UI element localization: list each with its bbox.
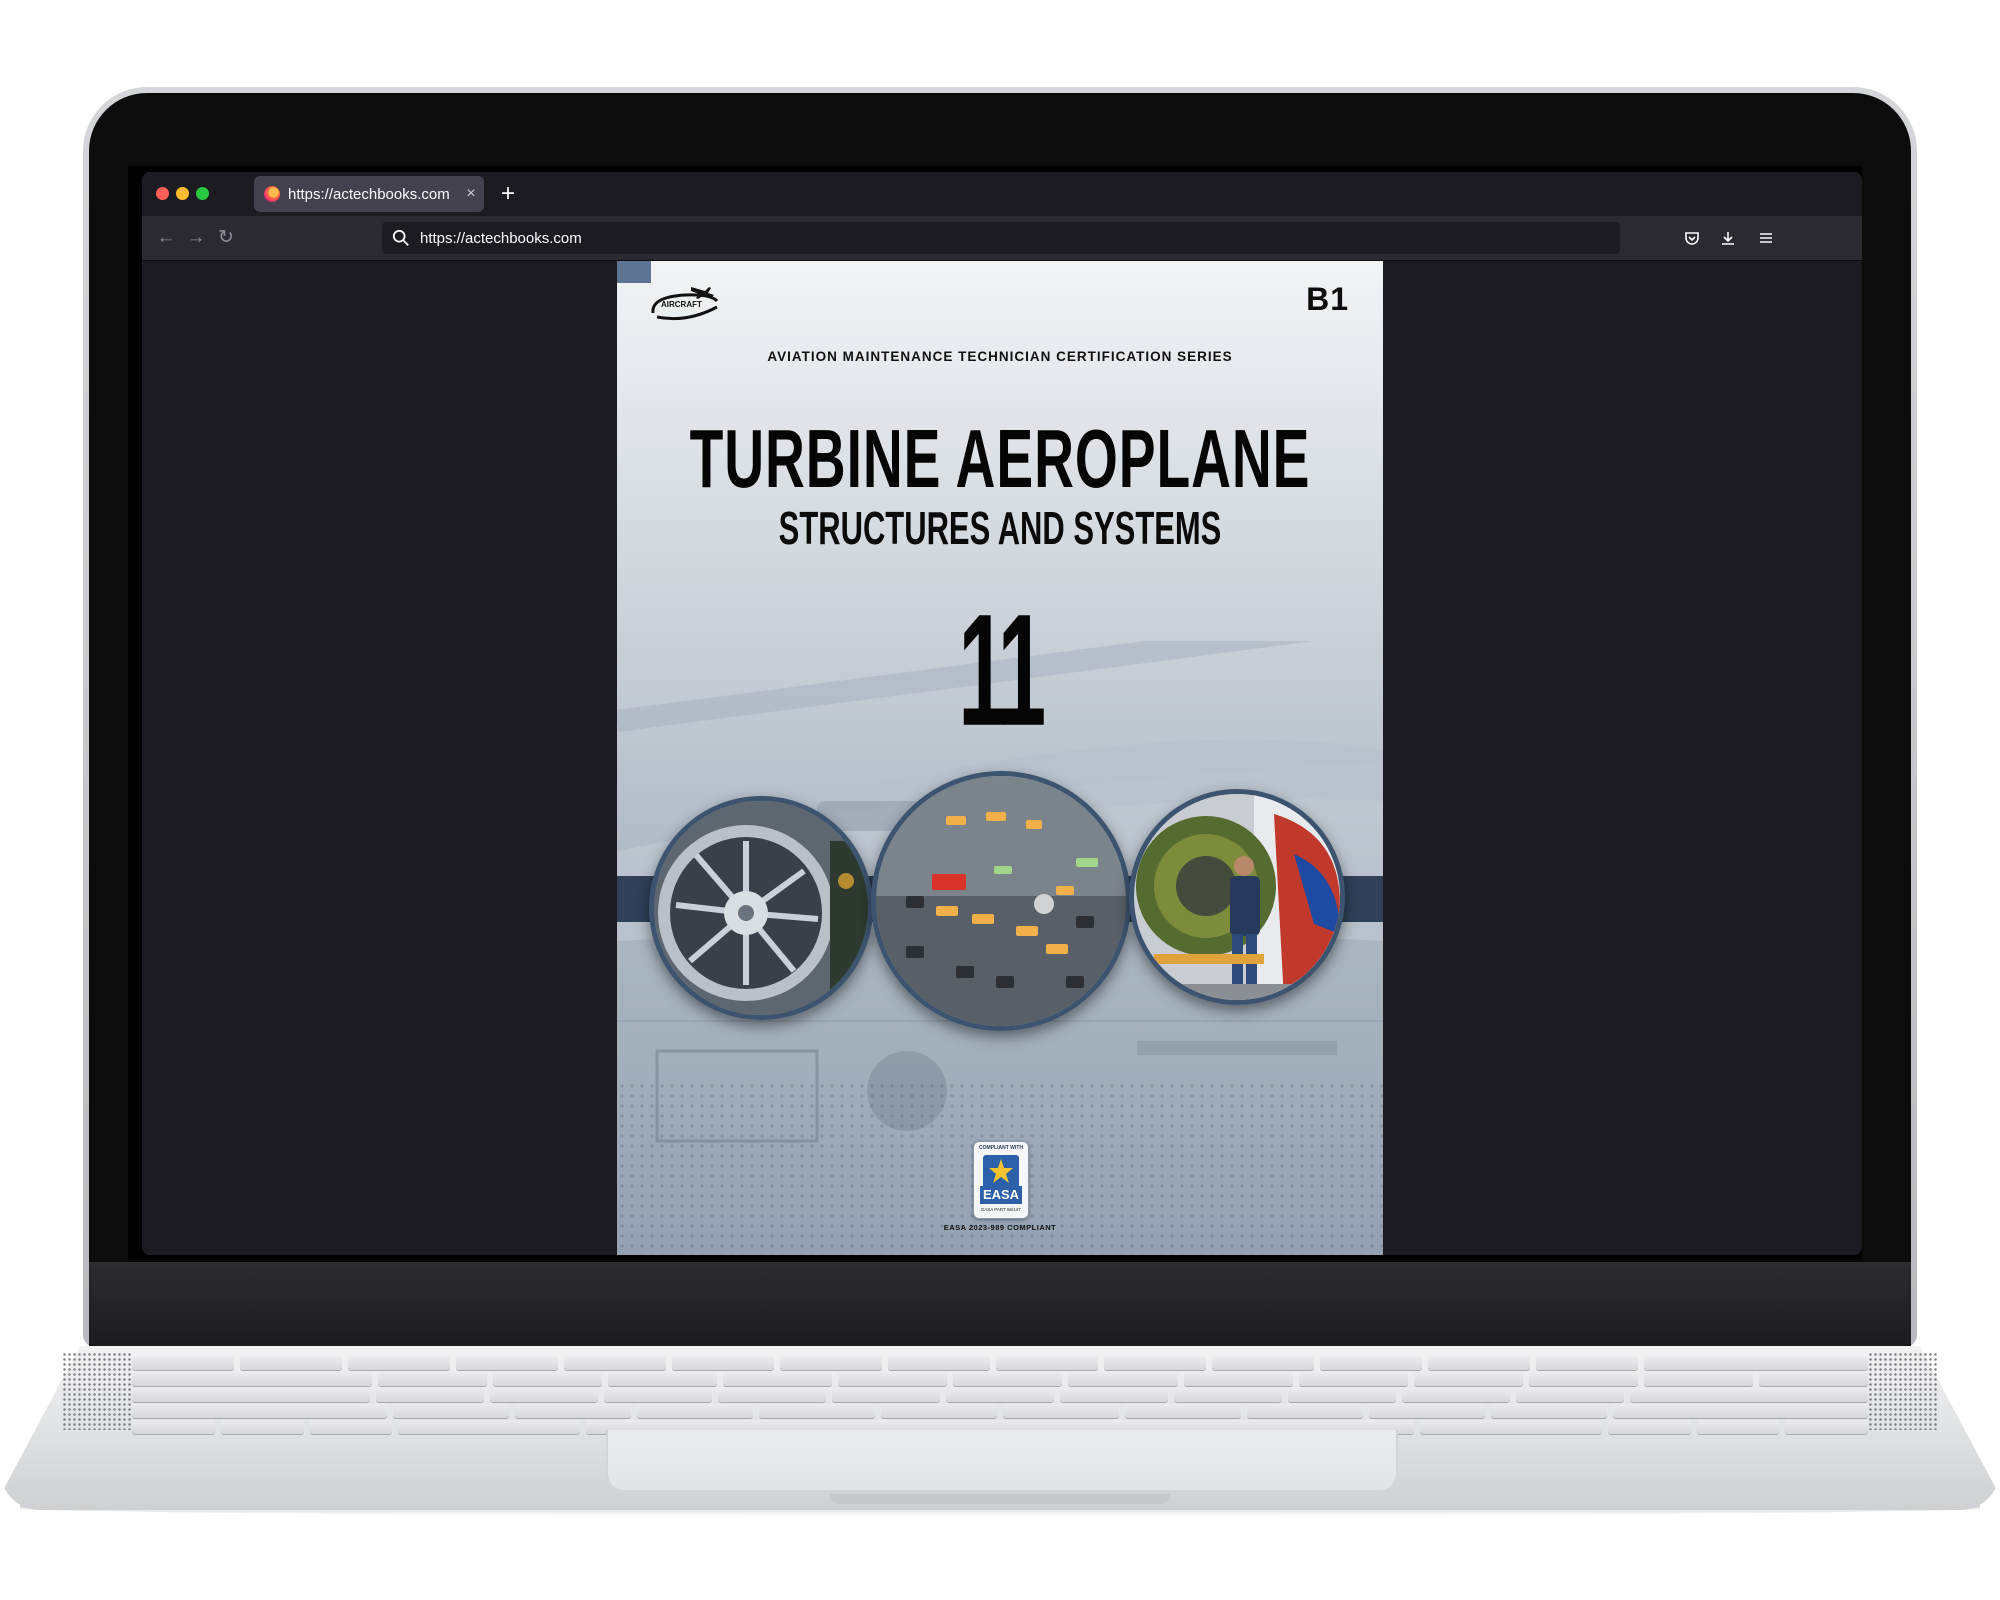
reload-icon[interactable]: ↻ xyxy=(212,224,240,252)
publisher-logo: AIRCRAFT xyxy=(651,287,719,321)
page-content: AIRCRAFT B1 AVIATION MAINTENANCE TECHNIC… xyxy=(142,261,1862,1255)
tab-title: https://actechbooks.com xyxy=(288,185,450,203)
right-speaker-grille xyxy=(1868,1352,1938,1430)
book-cover: AIRCRAFT B1 AVIATION MAINTENANCE TECHNIC… xyxy=(617,261,1383,1255)
window-close-button[interactable] xyxy=(156,187,169,200)
firefox-icon xyxy=(264,186,280,202)
url-text: https://actechbooks.com xyxy=(420,229,582,247)
tab-bar: https://actechbooks.com × + xyxy=(142,172,1862,216)
book-title-line2: STRUCTURES AND SYSTEMS xyxy=(778,501,1222,555)
compliance-text: EASA 2023-989 COMPLIANT xyxy=(943,1223,1057,1232)
cover-corner-accent xyxy=(617,261,651,283)
module-number: 11 xyxy=(958,581,1046,760)
jet-engine-photo xyxy=(649,796,873,1020)
lid-opening-notch xyxy=(830,1494,1170,1504)
easa-badge: COMPLIANT WITH EASA EASA PART 66/147 xyxy=(973,1141,1029,1219)
browser-window: https://actechbooks.com × + ← → ↻ https:… xyxy=(142,172,1862,1255)
easa-label: EASA xyxy=(980,1186,1022,1204)
left-speaker-grille xyxy=(62,1352,132,1430)
laptop-chin xyxy=(89,1262,1911,1347)
keyboard xyxy=(132,1354,1869,1438)
svg-text:AIRCRAFT: AIRCRAFT xyxy=(661,300,702,309)
easa-star-logo xyxy=(983,1155,1019,1189)
forward-icon[interactable]: → xyxy=(182,224,210,252)
window-minimize-button[interactable] xyxy=(176,187,189,200)
series-title: AVIATION MAINTENANCE TECHNICIAN CERTIFIC… xyxy=(767,349,1233,364)
plus-icon[interactable]: + xyxy=(492,178,524,210)
badge-top-text: COMPLIANT WITH xyxy=(979,1145,1023,1151)
easa-part-text: EASA PART 66/147 xyxy=(981,1207,1021,1212)
download-icon[interactable] xyxy=(1714,224,1742,252)
tab-active[interactable]: https://actechbooks.com × xyxy=(254,176,484,212)
navigation-toolbar: ← → ↻ https://actechbooks.com xyxy=(142,216,1862,261)
book-title-line1: TURBINE AEROPLANE xyxy=(689,412,1311,505)
cockpit-panel-photo xyxy=(871,771,1131,1031)
certification-grade: B1 xyxy=(1306,281,1349,317)
search-icon xyxy=(392,229,409,246)
trackpad[interactable] xyxy=(606,1430,1398,1492)
menu-icon[interactable] xyxy=(1752,224,1780,252)
window-zoom-button[interactable] xyxy=(196,187,209,200)
technician-engine-photo xyxy=(1129,789,1345,1005)
pocket-icon[interactable] xyxy=(1678,224,1706,252)
back-icon[interactable]: ← xyxy=(152,224,180,252)
url-bar[interactable]: https://actechbooks.com xyxy=(382,222,1620,254)
close-icon[interactable]: × xyxy=(458,185,484,203)
